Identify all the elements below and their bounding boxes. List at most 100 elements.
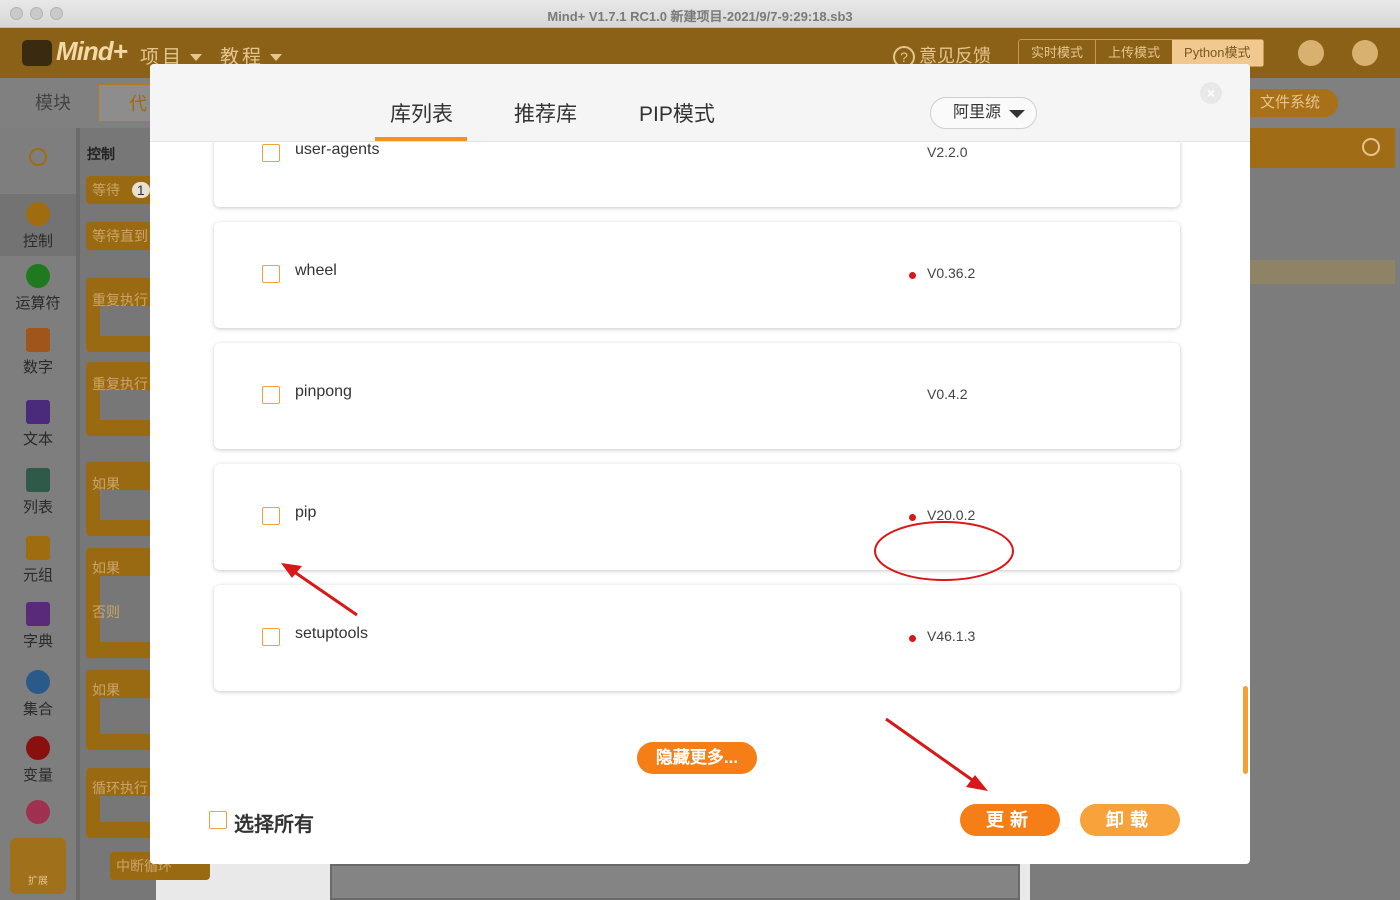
tab-pip-mode[interactable]: PIP模式: [639, 98, 715, 128]
library-checkbox[interactable]: [262, 386, 280, 404]
library-name: pip: [295, 504, 317, 521]
library-list: user-agents V2.2.0 wheel V0.36.2 pinpong…: [150, 143, 1250, 743]
hide-more-button[interactable]: 隐藏更多...: [637, 742, 757, 774]
chevron-down-icon: [190, 54, 203, 62]
chevron-down-icon: [1009, 110, 1025, 118]
block-label: 否则: [92, 604, 120, 620]
block-input[interactable]: 1: [131, 182, 150, 198]
uninstall-button[interactable]: 卸载: [1080, 804, 1180, 836]
app-window: Mind+ V1.7.1 RC1.0 新建项目-2021/9/7-9:29:18…: [0, 0, 1400, 900]
list-item: wheel V0.36.2: [214, 222, 1180, 328]
update-available-dot: [909, 514, 916, 521]
library-version: V0.36.2: [927, 265, 976, 281]
gear-icon[interactable]: [1352, 40, 1378, 66]
library-name: wheel: [295, 262, 337, 279]
select-all-label: 选择所有: [234, 814, 314, 836]
tab-recommended[interactable]: 推荐库: [514, 98, 577, 128]
window-title: Mind+ V1.7.1 RC1.0 新建项目-2021/9/7-9:29:18…: [547, 9, 853, 24]
block-label: 循环执行: [92, 780, 148, 796]
sidebar-item-function[interactable]: [0, 800, 76, 828]
refresh-icon[interactable]: [1362, 138, 1380, 156]
dialog-header: 库列表 推荐库 PIP模式 阿里源 ×: [150, 64, 1250, 142]
sidebar-item-label: 数字: [22, 359, 53, 376]
title-bar: Mind+ V1.7.1 RC1.0 新建项目-2021/9/7-9:29:18…: [0, 0, 1400, 28]
mode-realtime[interactable]: 实时模式: [1019, 40, 1095, 66]
sidebar-item-number[interactable]: 数字: [0, 328, 76, 377]
sidebar-item-label: 控制: [22, 233, 53, 250]
block-label: 重复执行: [92, 376, 148, 392]
sidebar-item-variable[interactable]: 变量: [0, 736, 76, 785]
sidebar-item-set[interactable]: 集合: [0, 670, 76, 719]
code-editor[interactable]: [330, 864, 1020, 900]
list-item: pinpong V0.4.2: [214, 343, 1180, 449]
list-item: pip V20.0.2: [214, 464, 1180, 570]
close-icon[interactable]: ×: [1200, 82, 1222, 104]
library-version: V0.4.2: [927, 386, 968, 402]
library-name: user-agents: [295, 143, 380, 158]
library-checkbox[interactable]: [262, 265, 280, 283]
library-name: pinpong: [295, 383, 352, 400]
block-palette: 控制 等待 1 等待直到 重复执行 重复执行 如果 如果 否则 如果 循环执行 …: [76, 128, 210, 900]
block-label: 如果: [92, 560, 120, 576]
tab-module[interactable]: 模块: [8, 84, 98, 122]
update-button[interactable]: 更新: [960, 804, 1060, 836]
extension-button[interactable]: 扩展: [10, 838, 66, 894]
tab-library-list[interactable]: 库列表: [390, 98, 453, 128]
select-all-checkbox[interactable]: [209, 811, 227, 829]
dict-icon: [26, 602, 50, 626]
app-logo: Mind+: [56, 36, 128, 66]
list-item: user-agents V2.2.0: [214, 143, 1180, 207]
block-label: 如果: [92, 476, 120, 492]
file-system-button[interactable]: 文件系统: [1240, 89, 1338, 117]
tab-code[interactable]: 代: [98, 84, 158, 122]
library-name: setuptools: [295, 625, 368, 642]
library-checkbox[interactable]: [262, 507, 280, 525]
list-scrollbar[interactable]: [1243, 686, 1248, 774]
search-icon[interactable]: [0, 148, 76, 166]
block-label: 等待: [92, 182, 120, 198]
sidebar-item-list[interactable]: 列表: [0, 468, 76, 517]
mode-switcher: 实时模式 上传模式 Python模式: [1018, 39, 1264, 67]
lock-icon: [26, 536, 50, 560]
sidebar-item-label: 元组: [22, 567, 53, 584]
list-item: setuptools V46.1.3: [214, 585, 1180, 691]
library-version: V2.2.0: [927, 144, 968, 160]
control-color-icon: [26, 202, 50, 226]
number-icon: [26, 328, 50, 352]
variable-color-icon: [26, 736, 50, 760]
library-manager-dialog: 库列表 推荐库 PIP模式 阿里源 × user-agents V2.2.0 w…: [150, 64, 1250, 864]
sidebar-item-label: 文本: [22, 431, 53, 448]
extension-label: 扩展: [28, 876, 48, 887]
mode-python[interactable]: Python模式: [1172, 40, 1263, 66]
sidebar-item-dict[interactable]: 字典: [0, 602, 76, 651]
robot-avatar-icon[interactable]: [1298, 40, 1324, 66]
sidebar-item-label: 变量: [22, 767, 53, 784]
sidebar-item-text[interactable]: 文本: [0, 400, 76, 449]
feedback-label: 意见反馈: [919, 46, 991, 66]
set-icon: [26, 670, 50, 694]
sidebar-item-label: 列表: [22, 499, 53, 516]
sidebar-item-control[interactable]: 控制: [0, 194, 76, 256]
mode-upload[interactable]: 上传模式: [1095, 40, 1172, 66]
library-checkbox[interactable]: [262, 144, 280, 162]
library-version: V46.1.3: [927, 628, 976, 644]
source-select[interactable]: 阿里源: [930, 97, 1037, 129]
library-checkbox[interactable]: [262, 628, 280, 646]
right-panel-row: [1250, 260, 1395, 284]
sidebar-item-label: 集合: [22, 701, 53, 718]
block-label: 如果: [92, 682, 120, 698]
text-icon: [26, 400, 50, 424]
library-version: V20.0.2: [927, 507, 976, 523]
sidebar-item-tuple[interactable]: 元组: [0, 536, 76, 585]
chevron-down-icon: [270, 54, 283, 62]
update-available-dot: [909, 635, 916, 642]
update-available-dot: [909, 272, 916, 279]
sidebar-item-label: 运算符: [15, 295, 61, 312]
sidebar-item-label: 字典: [22, 633, 53, 650]
active-tab-indicator: [375, 137, 467, 141]
mind-plus-logo-icon: [22, 40, 52, 66]
sidebar-item-operators[interactable]: 运算符: [0, 264, 76, 313]
right-panel-header: [1250, 128, 1395, 168]
source-select-value: 阿里源: [953, 104, 1002, 121]
category-sidebar: 控制 运算符 数字 文本 列表 元组 字典 集合 变量: [0, 128, 76, 900]
